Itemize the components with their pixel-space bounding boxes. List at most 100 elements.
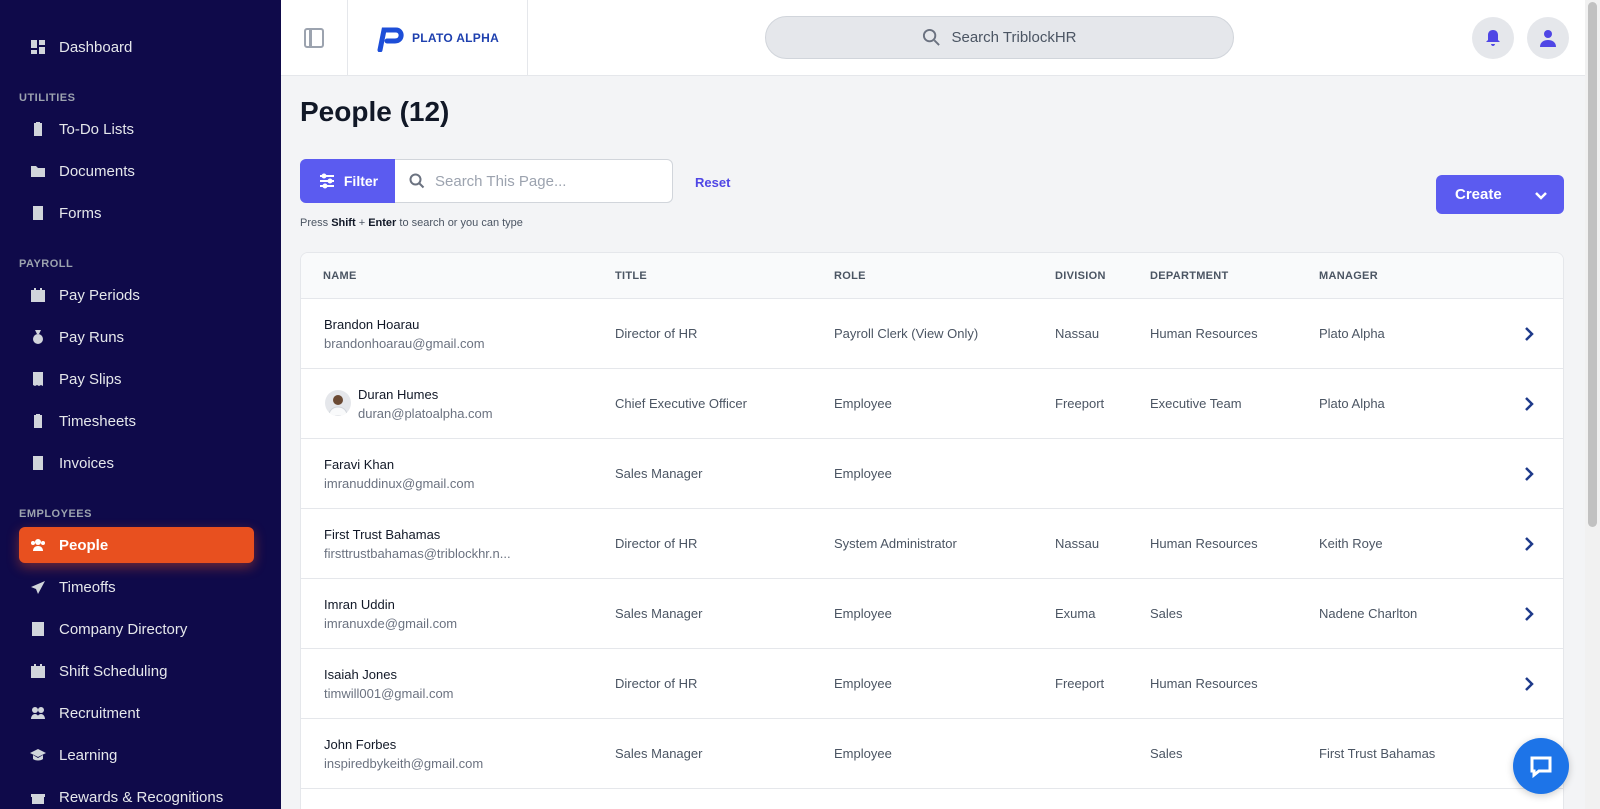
employee-department: Executive Team <box>1150 396 1242 411</box>
employee-role: Employee <box>834 676 892 691</box>
employee-name[interactable]: First Trust Bahamas <box>324 527 440 542</box>
sidebar-item-company-directory[interactable]: Company Directory <box>19 611 254 647</box>
employee-manager: Keith Roye <box>1319 536 1383 551</box>
employee-department: Human Resources <box>1150 326 1258 341</box>
employee-manager: Plato Alpha <box>1319 326 1385 341</box>
search-hint: Press Shift + Enter to search or you can… <box>300 217 523 229</box>
chevron-right-icon[interactable] <box>1522 326 1536 342</box>
section-utilities: UTILITIES <box>19 92 76 104</box>
sidebar-item-forms[interactable]: Forms <box>19 195 254 231</box>
sidebar-item-dashboard[interactable]: Dashboard <box>19 29 254 65</box>
employee-department: Sales <box>1150 606 1183 621</box>
form-check-icon <box>29 204 47 222</box>
employee-title: Director of HR <box>615 676 698 691</box>
sidebar-item-label: Invoices <box>59 454 115 472</box>
employee-name[interactable]: Faravi Khan <box>324 457 394 472</box>
scrollbar[interactable] <box>1585 0 1600 809</box>
header-title[interactable]: TITLE <box>615 270 647 282</box>
dashboard-icon <box>29 38 47 56</box>
brand-logo[interactable]: PLATO ALPHA <box>347 0 528 76</box>
sidebar-item-todo[interactable]: To-Do Lists <box>19 111 254 147</box>
table-row[interactable]: Duran Humes duran@platoalpha.com Chief E… <box>301 369 1563 439</box>
chevron-right-icon[interactable] <box>1522 536 1536 552</box>
sidebar-item-timesheets[interactable]: Timesheets <box>19 403 254 439</box>
bell-icon <box>1486 30 1500 46</box>
page-search-box <box>395 159 673 203</box>
create-button[interactable]: Create <box>1436 175 1564 214</box>
graduation-cap-icon <box>29 746 47 764</box>
chevron-right-icon[interactable] <box>1522 606 1536 622</box>
employee-division: Freeport <box>1055 676 1105 691</box>
chevron-right-icon[interactable] <box>1522 466 1536 482</box>
header-name[interactable]: NAME <box>323 270 357 282</box>
sidebar-item-label: Dashboard <box>59 38 133 56</box>
header-department[interactable]: DEPARTMENT <box>1150 270 1229 282</box>
search-icon <box>409 173 425 189</box>
user-menu-button[interactable] <box>1527 17 1569 59</box>
chevron-down-icon[interactable] <box>1534 188 1548 202</box>
sidebar-toggle-icon[interactable] <box>304 28 324 48</box>
header-manager[interactable]: MANAGER <box>1319 270 1378 282</box>
sidebar-item-pay-runs[interactable]: Pay Runs <box>19 319 254 355</box>
hint-prefix: Press <box>300 217 329 229</box>
table-row[interactable]: John Forbes inspiredbykeith@gmail.com Sa… <box>301 719 1563 789</box>
employee-title: Chief Executive Officer <box>615 396 747 411</box>
employee-name[interactable]: Brandon Hoarau <box>324 317 419 332</box>
employee-division: Freeport <box>1055 396 1105 411</box>
sidebar-item-timeoffs[interactable]: Timeoffs <box>19 569 254 605</box>
table-row[interactable]: Isaiah Jones timwill001@gmail.com Direct… <box>301 649 1563 719</box>
table-row[interactable]: Faravi Khan imranuddinux@gmail.com Sales… <box>301 439 1563 509</box>
employee-title: Director of HR <box>615 326 698 341</box>
chevron-right-icon[interactable] <box>1522 396 1536 412</box>
employee-role: Employee <box>834 746 892 761</box>
notifications-button[interactable] <box>1472 17 1514 59</box>
reset-link[interactable]: Reset <box>695 175 730 190</box>
sidebar-item-documents[interactable]: Documents <box>19 153 254 189</box>
chat-launcher-button[interactable] <box>1513 738 1569 794</box>
hint-key-enter: Enter <box>368 217 397 229</box>
topbar: PLATO ALPHA Search TriblockHR <box>281 0 1585 76</box>
sidebar: Dashboard UTILITIES To-Do Lists Document… <box>0 0 281 809</box>
create-label: Create <box>1455 186 1502 203</box>
employee-role: System Administrator <box>834 536 957 551</box>
employee-email: timwill001@gmail.com <box>324 686 454 701</box>
chevron-right-icon[interactable] <box>1522 676 1536 692</box>
employee-name[interactable]: John Forbes <box>324 737 396 752</box>
brand-name: PLATO ALPHA <box>411 31 500 45</box>
sidebar-item-label: Shift Scheduling <box>59 662 168 680</box>
employee-division: Exuma <box>1055 606 1096 621</box>
table-row[interactable]: Brandon Hoarau brandonhoarau@gmail.com D… <box>301 299 1563 369</box>
money-bag-icon <box>29 328 47 346</box>
filter-button[interactable]: Filter <box>300 159 396 203</box>
folder-icon <box>29 162 47 180</box>
sidebar-item-label: Timesheets <box>59 412 136 430</box>
directory-icon <box>29 620 47 638</box>
sidebar-item-pay-slips[interactable]: Pay Slips <box>19 361 254 397</box>
avatar <box>325 390 351 416</box>
scrollbar-thumb[interactable] <box>1588 2 1597 527</box>
hint-key-shift: Shift <box>331 217 356 229</box>
sidebar-item-shift-scheduling[interactable]: Shift Scheduling <box>19 653 254 689</box>
global-search-input[interactable]: Search TriblockHR <box>765 16 1234 59</box>
sidebar-item-rewards[interactable]: Rewards & Recognitions <box>19 779 254 809</box>
sidebar-item-invoices[interactable]: Invoices <box>19 445 254 481</box>
employee-name[interactable]: Duran Humes <box>358 387 438 402</box>
header-division[interactable]: DIVISION <box>1055 270 1106 282</box>
employee-name[interactable]: Imran Uddin <box>324 597 395 612</box>
page-search-input[interactable] <box>435 172 655 190</box>
table-row[interactable]: First Trust Bahamas firsttrustbahamas@tr… <box>301 509 1563 579</box>
sidebar-item-people[interactable]: People <box>19 527 254 563</box>
table-row[interactable]: Imran Uddin imranuxde@gmail.com Sales Ma… <box>301 579 1563 649</box>
employee-name[interactable]: Isaiah Jones <box>324 667 397 682</box>
employee-title: Sales Manager <box>615 606 703 621</box>
receipt-icon <box>29 370 47 388</box>
employee-role: Payroll Clerk (View Only) <box>834 326 979 341</box>
employee-role: Employee <box>834 466 892 481</box>
sidebar-item-label: Documents <box>59 162 135 180</box>
sidebar-item-learning[interactable]: Learning <box>19 737 254 773</box>
sidebar-item-pay-periods[interactable]: Pay Periods <box>19 277 254 313</box>
sidebar-item-recruitment[interactable]: Recruitment <box>19 695 254 731</box>
header-role[interactable]: ROLE <box>834 270 866 282</box>
timesheet-icon <box>29 412 47 430</box>
employee-email: duran@platoalpha.com <box>358 406 493 421</box>
